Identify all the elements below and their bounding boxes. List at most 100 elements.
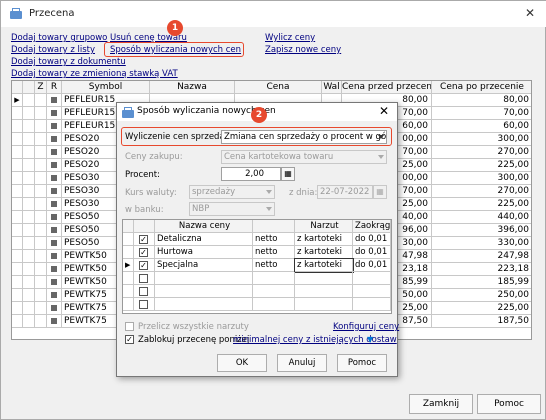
dgrid-check-cell[interactable]: ✓ (134, 246, 155, 259)
price-after-cell[interactable]: 187,50 (432, 315, 531, 328)
price-after-cell[interactable]: 300,00 (432, 172, 531, 185)
row-blank-cell (23, 198, 35, 211)
dgrid-check-cell[interactable]: ✓ (134, 233, 155, 246)
price-type-name[interactable] (155, 285, 253, 298)
price-type-kind[interactable] (253, 298, 295, 311)
row-blank-cell (23, 289, 35, 302)
add-document-link[interactable]: Dodaj towary z dokumentu (11, 57, 126, 67)
price-after-cell[interactable]: 185,99 (432, 276, 531, 289)
price-type-checkbox[interactable] (139, 300, 148, 309)
price-type-rounding[interactable] (353, 272, 391, 285)
price-after-cell[interactable]: 225,00 (432, 159, 531, 172)
price-after-cell[interactable]: 270,00 (432, 146, 531, 159)
grid-header-3[interactable]: Nazwa (150, 81, 235, 94)
status-square-icon (51, 148, 57, 155)
dialog-close-icon[interactable]: ✕ (379, 104, 389, 118)
price-after-cell[interactable]: 247,98 (432, 250, 531, 263)
price-type-name[interactable]: Detaliczna (155, 233, 253, 246)
price-after-cell[interactable]: 70,00 (432, 107, 531, 120)
help-button[interactable]: Pomoc (477, 394, 541, 414)
price-type-markup[interactable] (295, 272, 353, 285)
price-type-rounding[interactable] (353, 285, 391, 298)
price-after-cell[interactable]: 225,00 (432, 302, 531, 315)
price-type-checkbox[interactable]: ✓ (139, 235, 148, 244)
price-after-cell[interactable]: 225,00 (432, 198, 531, 211)
close-button[interactable]: Zamknij (409, 394, 473, 414)
grid-header-7[interactable]: Cena po przecenie (432, 81, 531, 94)
price-type-markup[interactable]: z kartoteki (294, 258, 354, 273)
min-price-dropdown-icon[interactable]: ▼ (367, 335, 373, 344)
price-type-rounding[interactable]: do 0,01 (n (353, 233, 391, 246)
price-after-cell[interactable]: 396,00 (432, 224, 531, 237)
row-indicator (12, 302, 23, 315)
dgrid-header-4[interactable]: Narzut (295, 220, 353, 233)
add-group-link[interactable]: Dodaj towary grupowo (11, 33, 107, 43)
save-prices-link[interactable]: Zapisz nowe ceny (265, 45, 341, 55)
close-icon[interactable]: ✕ (525, 6, 535, 20)
row-blank-cell (23, 159, 35, 172)
dgrid-check-cell[interactable] (134, 298, 155, 311)
price-type-name[interactable] (155, 272, 253, 285)
price-after-cell[interactable]: 80,00 (432, 94, 531, 107)
price-type-checkbox[interactable]: ✓ (139, 248, 148, 257)
price-type-kind[interactable]: netto (253, 259, 295, 272)
price-type-checkbox[interactable] (139, 287, 148, 296)
price-type-name[interactable]: Hurtowa (155, 246, 253, 259)
grid-header-2[interactable]: Symbol (62, 81, 150, 94)
grid-header-5[interactable]: Wal (322, 81, 342, 94)
price-type-name[interactable] (155, 298, 253, 311)
price-type-rounding[interactable]: do 0,01 (n (353, 246, 391, 259)
price-type-checkbox[interactable] (139, 274, 148, 283)
price-after-cell[interactable]: 223,18 (432, 263, 531, 276)
price-type-kind[interactable] (253, 272, 295, 285)
configure-prices-link[interactable]: Konfiguruj ceny (333, 322, 399, 332)
price-after-cell[interactable]: 250,00 (432, 289, 531, 302)
price-type-markup[interactable] (295, 298, 353, 311)
price-type-checkbox[interactable]: ✓ (139, 261, 148, 270)
block-checkbox[interactable]: ✓ (125, 335, 134, 344)
add-vat-link[interactable]: Dodaj towary ze zmienioną stawką VAT (11, 69, 178, 79)
percent-picker-button[interactable]: ▦ (281, 167, 295, 181)
dialog-help-button[interactable]: Pomoc (337, 354, 387, 372)
price-type-kind[interactable] (253, 285, 295, 298)
price-after-cell[interactable]: 270,00 (432, 185, 531, 198)
row-blank-cell (23, 276, 35, 289)
dgrid-header-5[interactable]: Zaokrąglaj (353, 220, 391, 233)
ok-button[interactable]: OK (217, 354, 267, 372)
percent-field[interactable]: 2,00 (221, 167, 281, 181)
price-type-markup[interactable] (295, 285, 353, 298)
status-square-icon (51, 161, 57, 168)
z-cell (35, 224, 47, 237)
z-cell (35, 315, 47, 328)
price-type-rounding[interactable]: do 0,01 (n (353, 259, 391, 272)
price-after-cell[interactable]: 440,00 (432, 211, 531, 224)
row-blank-cell (23, 107, 35, 120)
add-list-link[interactable]: Dodaj towary z listy (11, 45, 95, 55)
price-type-markup[interactable]: z kartoteki (295, 246, 353, 259)
price-types-grid[interactable]: Nazwa ceny NarzutZaokrąglaj ✓ Detalicznanet… (122, 219, 392, 314)
calc-select[interactable]: Zmiana cen sprzedaży o procent w górę (221, 130, 387, 144)
price-after-cell[interactable]: 330,00 (432, 237, 531, 250)
price-type-markup[interactable]: z kartoteki (295, 233, 353, 246)
price-type-kind[interactable]: netto (253, 246, 295, 259)
grid-header-6[interactable]: Cena przed przecen (342, 81, 432, 94)
grid-header-0[interactable]: Z (35, 81, 47, 94)
dgrid-check-cell[interactable] (134, 272, 155, 285)
price-type-rounding[interactable] (353, 298, 391, 311)
price-after-cell[interactable]: 300,00 (432, 133, 531, 146)
price-type-name[interactable]: Specjalna (155, 259, 253, 272)
calc-prices-link[interactable]: Wylicz ceny (265, 33, 315, 43)
row-indicator (12, 146, 23, 159)
dgrid-header-2[interactable]: Nazwa ceny (155, 220, 253, 233)
dgrid-check-cell[interactable]: ✓ (134, 259, 155, 272)
cancel-button[interactable]: Anuluj (277, 354, 327, 372)
price-type-kind[interactable]: netto (253, 233, 295, 246)
row-blank-cell (23, 172, 35, 185)
price-after-cell[interactable]: 60,00 (432, 120, 531, 133)
grid-header-4[interactable]: Cena (235, 81, 322, 94)
chevron-down-icon (378, 155, 384, 159)
status-square-icon (51, 226, 57, 233)
dgrid-check-cell[interactable] (134, 285, 155, 298)
r-cell (47, 133, 62, 146)
grid-header-1[interactable]: R (47, 81, 62, 94)
